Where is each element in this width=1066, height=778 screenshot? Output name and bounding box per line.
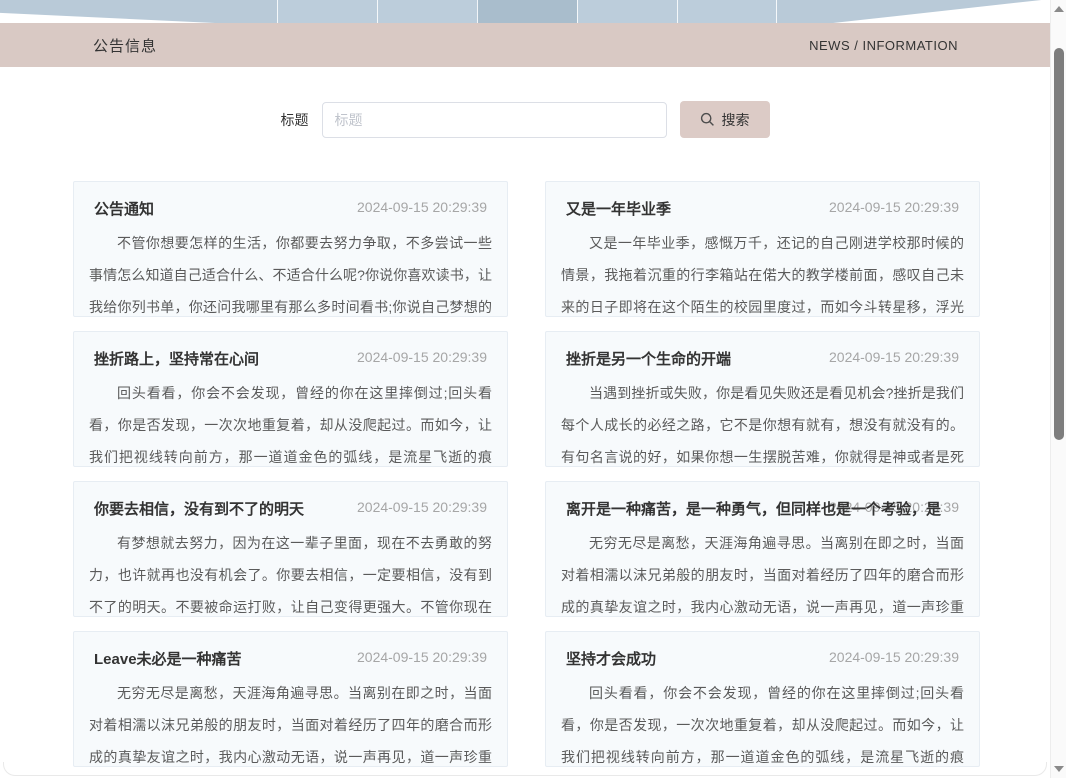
search-button[interactable]: 搜索 (680, 101, 770, 138)
announcement-title: 你要去相信，没有到不了的明天 (94, 498, 487, 519)
announcement-card-head: 2024-09-15 20:29:39 你要去相信，没有到不了的明天 (74, 498, 507, 520)
scroll-down-arrow-icon[interactable] (1054, 765, 1064, 773)
nav-tab[interactable] (377, 0, 477, 23)
announcement-excerpt: 有梦想就去努力，因为在这一辈子里面，现在不去勇敢的努力，也许就再也没有机会了。你… (74, 527, 507, 617)
announcement-card[interactable]: 2024-09-15 20:29:39 挫折路上，坚持常在心间 回头看看，你会不… (73, 331, 508, 467)
announcement-card-head: 2024-09-15 20:29:39 挫折路上，坚持常在心间 (74, 348, 507, 370)
announcement-card-head: 2024-09-15 20:29:39 又是一年毕业季 (546, 198, 979, 220)
announcement-title: Leave未必是一种痛苦 (94, 648, 487, 669)
nav-tabs (277, 0, 777, 23)
announcement-card[interactable]: 2024-09-15 20:29:39 Leave未必是一种痛苦 无穷无尽是离愁… (73, 631, 508, 767)
announcement-title: 挫折路上，坚持常在心间 (94, 348, 487, 369)
search-icon (700, 112, 715, 127)
announcement-excerpt: 回头看看，你会不会发现，曾经的你在这里摔倒过;回头看看，你是否发现，一次次地重复… (546, 677, 979, 767)
announcement-excerpt: 无穷无尽是离愁，天涯海角遍寻思。当离别在即之时，当面对着相濡以沫兄弟般的朋友时，… (74, 677, 507, 767)
announcement-excerpt: 回头看看，你会不会发现，曾经的你在这里摔倒过;回头看看，你是否发现，一次次地重复… (74, 377, 507, 467)
announcement-list: 2024-09-15 20:29:39 公告通知 不管你想要怎样的生活，你都要去… (0, 181, 1050, 767)
announcement-card-head: 2024-09-15 20:29:39 坚持才会成功 (546, 648, 979, 670)
scroll-up-arrow-icon[interactable] (1054, 5, 1064, 13)
announcement-title: 坚持才会成功 (566, 648, 959, 669)
page-subtitle-en: NEWS / INFORMATION (809, 38, 958, 53)
nav-tab[interactable] (577, 0, 677, 23)
nav-decor-wedge-left (0, 0, 215, 23)
top-nav (0, 0, 1050, 23)
announcement-card[interactable]: 2024-09-15 20:29:39 离开是一种痛苦，是一种勇气，但同样也是一… (545, 481, 980, 617)
announcement-card-head: 2024-09-15 20:29:39 挫折是另一个生命的开端 (546, 348, 979, 370)
announcement-title: 离开是一种痛苦，是一种勇气，但同样也是一个考验，是 (566, 498, 959, 519)
announcement-card-head: 2024-09-15 20:29:39 Leave未必是一种痛苦 (74, 648, 507, 670)
announcement-card[interactable]: 2024-09-15 20:29:39 又是一年毕业季 又是一年毕业季，感慨万千… (545, 181, 980, 317)
announcement-card-head: 2024-09-15 20:29:39 离开是一种痛苦，是一种勇气，但同样也是一… (546, 498, 979, 520)
page-title: 公告信息 (93, 35, 157, 56)
search-button-label: 搜索 (722, 110, 750, 130)
search-field-label: 标题 (281, 110, 309, 130)
announcement-title: 又是一年毕业季 (566, 198, 959, 219)
vertical-scrollbar[interactable] (1050, 0, 1066, 778)
announcement-card[interactable]: 2024-09-15 20:29:39 公告通知 不管你想要怎样的生活，你都要去… (73, 181, 508, 317)
nav-tab[interactable] (677, 0, 777, 23)
announcement-card[interactable]: 2024-09-15 20:29:39 挫折是另一个生命的开端 当遇到挫折或失败… (545, 331, 980, 467)
announcement-title: 挫折是另一个生命的开端 (566, 348, 959, 369)
announcement-card[interactable]: 2024-09-15 20:29:39 坚持才会成功 回头看看，你会不会发现，曾… (545, 631, 980, 767)
section-banner: 公告信息 NEWS / INFORMATION (0, 23, 1050, 67)
search-input[interactable] (322, 102, 667, 138)
announcement-card[interactable]: 2024-09-15 20:29:39 你要去相信，没有到不了的明天 有梦想就去… (73, 481, 508, 617)
announcement-excerpt: 无穷无尽是离愁，天涯海角遍寻思。当离别在即之时，当面对着相濡以沫兄弟般的朋友时，… (546, 527, 979, 617)
scrollbar-thumb[interactable] (1054, 48, 1064, 440)
nav-decor-wedge-right (833, 0, 1050, 23)
viewport: 公告信息 NEWS / INFORMATION 标题 搜索 2024-09-15… (0, 0, 1066, 778)
nav-tab[interactable] (477, 0, 577, 23)
announcement-excerpt: 又是一年毕业季，感慨万千，还记的自己刚进学校那时候的情景，我拖着沉重的行李箱站在… (546, 227, 979, 317)
announcement-card-head: 2024-09-15 20:29:39 公告通知 (74, 198, 507, 220)
search-form: 标题 搜索 (0, 101, 1050, 138)
announcement-excerpt: 当遇到挫折或失败，你是看见失败还是看见机会?挫折是我们每个人成长的必经之路，它不… (546, 377, 979, 467)
nav-tab[interactable] (277, 0, 377, 23)
announcement-excerpt: 不管你想要怎样的生活，你都要去努力争取，不多尝试一些事情怎么知道自己适合什么、不… (74, 227, 507, 317)
announcement-title: 公告通知 (94, 198, 487, 219)
page: 公告信息 NEWS / INFORMATION 标题 搜索 2024-09-15… (0, 0, 1050, 778)
